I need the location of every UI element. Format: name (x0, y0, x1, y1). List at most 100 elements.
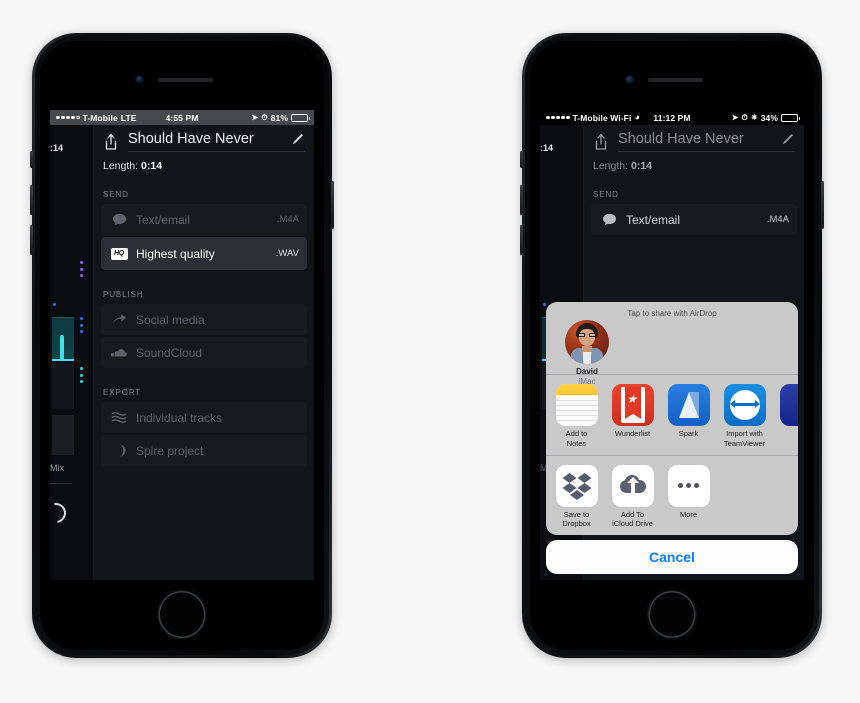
home-button[interactable] (648, 591, 696, 638)
icloud-drive-icon (611, 464, 654, 507)
length-value: 0:14 (631, 160, 653, 172)
glasses-icon (578, 333, 596, 338)
tracks-icon (109, 411, 129, 424)
spire-icon (109, 444, 129, 457)
action-cutoff[interactable]: In (779, 384, 798, 447)
signal-strength-icon (546, 115, 570, 120)
action-label: Spark (678, 429, 699, 439)
row-social-media[interactable]: Social media (101, 304, 307, 335)
hq-badge-icon: HQ (109, 247, 129, 260)
pencil-icon[interactable] (781, 132, 795, 146)
share-icon[interactable] (593, 133, 609, 151)
mix-label: Mix (50, 463, 64, 473)
section-header-send: SEND (593, 190, 619, 199)
home-button[interactable] (158, 591, 206, 638)
row-spire-project[interactable]: Spire project (101, 435, 307, 466)
row-extension: .M4A (766, 214, 789, 225)
signal-strength-icon (56, 115, 80, 120)
action-save-to-dropbox[interactable]: Save to Dropbox (555, 464, 598, 528)
row-label: Text/email (136, 212, 191, 227)
wunderlist-icon: ★ (611, 384, 654, 427)
action-label: More (679, 509, 698, 519)
airdrop-hint: Tap to share with AirDrop (627, 309, 717, 319)
share-arrow-icon (109, 313, 129, 326)
action-spark[interactable]: Spark (667, 384, 710, 447)
track-dots-purple (80, 261, 83, 277)
screenshot-stage: T-Mobile LTE 4:55 PM ➤ ⏱ 81%:14 Mix Sho… (0, 0, 860, 703)
length-row: Length: 0:14 (94, 152, 314, 172)
volume-up-button[interactable] (520, 185, 523, 215)
waveform-display (52, 317, 74, 361)
teamviewer-icon (723, 384, 766, 427)
battery-icon (291, 113, 310, 122)
row-highest-quality[interactable]: HQ Highest quality .WAV (101, 237, 307, 270)
section-header-publish: PUBLISH (103, 290, 144, 299)
row-text-email[interactable]: Text/email .M4A (101, 204, 307, 235)
title-row: Should Have Never (128, 131, 305, 152)
network-label: LTE (120, 112, 137, 123)
row-label: Highest quality (136, 246, 215, 261)
row-label: Text/email (626, 212, 681, 227)
action-label: In (779, 429, 798, 438)
strip-time-label: :14 (50, 143, 64, 153)
notes-icon (555, 384, 598, 427)
silent-switch[interactable] (520, 151, 523, 168)
pencil-icon[interactable] (291, 132, 305, 146)
battery-percent-label: 34% (760, 112, 778, 123)
action-label: Import with TeamViewer (723, 429, 766, 448)
share-sheet-card: Tap to share with AirDrop David iMac Add… (546, 302, 798, 535)
waveform-peak (60, 335, 64, 361)
action-label: Wunderlist (614, 429, 651, 439)
cutoff-icon (779, 384, 798, 427)
power-button[interactable] (821, 181, 824, 229)
alarm-icon: ⏱ (741, 112, 748, 122)
silent-switch[interactable] (30, 151, 33, 168)
wifi-icon: ◕ (634, 112, 640, 122)
action-label: Add To iCloud Drive (612, 509, 653, 528)
volume-up-button[interactable] (30, 185, 33, 215)
row-label: SoundCloud (136, 345, 203, 360)
row-individual-tracks[interactable]: Individual tracks (101, 402, 307, 433)
recording-title: Should Have Never (128, 131, 254, 147)
status-bar-right: ➤ ⏱ ✷ 34% (731, 112, 800, 123)
row-label: Individual tracks (136, 410, 223, 425)
share-sheet: Tap to share with AirDrop David iMac Add… (546, 302, 798, 574)
export-panel: Should Have Never Length: 0:14 SEND Text… (94, 125, 314, 580)
volume-down-button[interactable] (30, 225, 33, 255)
carrier-label: T-Mobile (82, 112, 118, 123)
share-icon[interactable] (103, 133, 119, 151)
airdrop-contact-david[interactable]: David iMac (558, 320, 616, 386)
row-label: Social media (136, 312, 205, 327)
status-bar-left: T-Mobile LTE (56, 113, 252, 123)
action-wunderlist[interactable]: ★ Wunderlist (611, 384, 654, 447)
status-bar: T-Mobile LTE 4:55 PM ➤ ⏱ 81% (50, 110, 314, 125)
location-arrow-icon: ➤ (731, 112, 739, 122)
spire-app-left: :14 Mix Should Have Never Length: 0:14 S… (50, 125, 314, 580)
phone-screen-right: T-Mobile Wi-Fi ◕ 11:12 PM ➤ ⏱ ✷ 34%:14 … (540, 110, 804, 580)
row-soundcloud[interactable]: SoundCloud (101, 337, 307, 368)
row-text-email[interactable]: Text/email .M4A (591, 204, 797, 235)
front-camera-icon (136, 76, 143, 83)
cancel-button[interactable]: Cancel (546, 540, 798, 574)
action-add-to-notes[interactable]: Add to Notes (555, 384, 598, 448)
spark-icon (667, 384, 710, 427)
row-extension: .M4A (276, 214, 299, 225)
status-bar: T-Mobile Wi-Fi ◕ 11:12 PM ➤ ⏱ ✷ 34% (540, 110, 804, 125)
status-bar-right: ➤ ⏱ 81% (251, 112, 310, 123)
action-import-with-teamviewer[interactable]: Import with TeamViewer (723, 384, 766, 448)
location-arrow-icon: ➤ (251, 112, 259, 122)
bluetooth-icon: ✷ (750, 112, 758, 122)
action-add-to-icloud-drive[interactable]: Add To iCloud Drive (611, 464, 654, 528)
volume-down-button[interactable] (520, 225, 523, 255)
track-block-b (52, 415, 74, 455)
contact-name: David (576, 367, 598, 377)
power-button[interactable] (331, 181, 334, 229)
action-label: Save to Dropbox (562, 509, 591, 528)
chat-bubble-icon (599, 213, 619, 226)
alarm-icon: ⏱ (261, 112, 268, 122)
rotary-knob-icon[interactable] (50, 499, 70, 527)
action-more[interactable]: More (667, 464, 710, 528)
recording-title: Should Have Never (618, 131, 744, 147)
length-label: Length: (593, 160, 629, 172)
battery-icon (781, 113, 800, 122)
